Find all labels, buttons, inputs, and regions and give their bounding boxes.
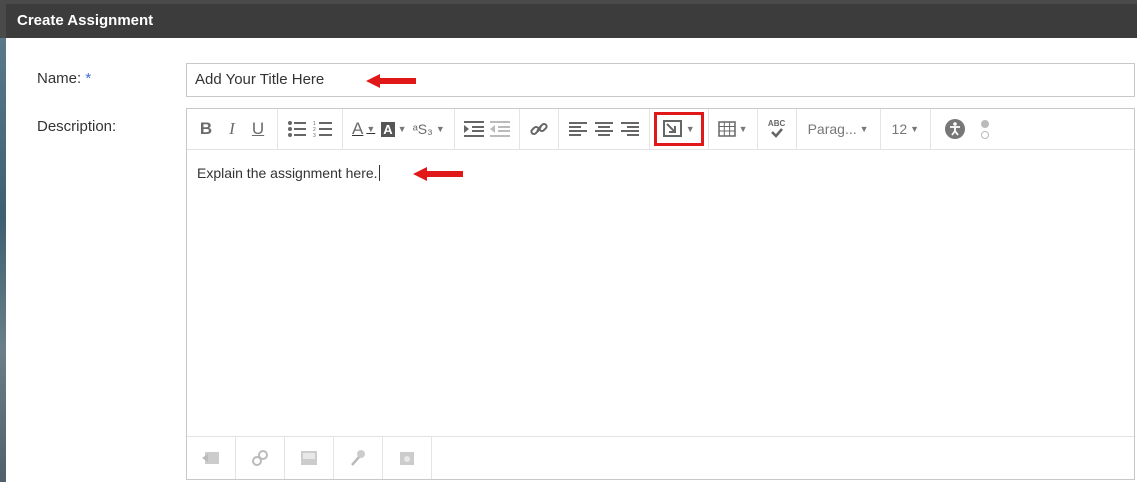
svg-text:3: 3 xyxy=(313,133,316,138)
indent-group xyxy=(455,108,520,150)
superscript-subscript-button[interactable]: ᵃS₃ ▼ xyxy=(410,115,448,143)
dialog-title: Create Assignment xyxy=(6,4,1137,38)
media-icon xyxy=(400,452,414,465)
dot-icon xyxy=(981,130,990,139)
outdent-icon xyxy=(489,121,510,137)
editor-bottom-toolbar xyxy=(187,436,1134,479)
font-size-label: 12 xyxy=(891,121,908,137)
format-group: B I U xyxy=(187,108,278,150)
list-group: 123 xyxy=(278,108,343,150)
quicklink-button[interactable] xyxy=(236,437,285,479)
insert-group: ▼ xyxy=(650,108,709,150)
name-label-text: Name: xyxy=(37,70,82,87)
insert-stuff-button[interactable] xyxy=(187,437,236,479)
editor-content[interactable]: Explain the assignment here. xyxy=(187,150,1134,436)
underline-button[interactable]: U xyxy=(245,115,271,143)
align-group xyxy=(559,108,650,150)
description-label: Description: xyxy=(37,118,117,135)
table-icon xyxy=(717,121,736,137)
paragraph-dropdown[interactable]: Parag... ▼ xyxy=(805,115,872,143)
bullet-list-icon xyxy=(288,121,306,137)
insert-media-button[interactable] xyxy=(383,437,432,479)
table-button[interactable]: ▼ xyxy=(715,115,751,143)
numbered-list-button[interactable]: 123 xyxy=(310,115,336,143)
chevron-down-icon[interactable]: ▼ xyxy=(739,124,748,134)
insert-stuff-icon xyxy=(202,452,219,464)
insert-image-button[interactable] xyxy=(285,437,334,479)
annotation-arrow-icon xyxy=(413,167,463,181)
required-mark: * xyxy=(85,70,92,87)
chevron-down-icon[interactable]: ▼ xyxy=(366,124,375,134)
more-options-icon[interactable] xyxy=(981,119,990,139)
abc-label: ABC xyxy=(767,119,786,128)
dot-icon xyxy=(981,119,990,128)
chevron-down-icon[interactable]: ▼ xyxy=(910,124,919,134)
editor-toolbar: B I U 123 A ▼ A ▼ ᵃS₃ ▼ ▼ ▼ ABC Parag...… xyxy=(187,108,1134,150)
chevron-down-icon[interactable]: ▼ xyxy=(860,124,869,134)
name-input[interactable]: Add Your Title Here xyxy=(186,63,1135,97)
numbered-list-icon: 123 xyxy=(313,121,332,138)
microphone-icon xyxy=(351,450,365,466)
align-center-icon xyxy=(594,122,613,136)
create-assignment-dialog: Create Assignment Name: * Add Your Title… xyxy=(6,4,1137,482)
accessibility-group xyxy=(931,109,999,150)
description-text: Explain the assignment here. xyxy=(197,165,378,181)
bold-button[interactable]: B xyxy=(193,115,219,143)
spellcheck-group: ABC xyxy=(758,108,797,150)
indent-icon xyxy=(463,121,484,137)
image-icon xyxy=(301,451,317,465)
accessibility-button[interactable] xyxy=(941,115,969,143)
align-right-button[interactable] xyxy=(617,115,643,143)
accessibility-icon xyxy=(945,119,966,139)
chevron-down-icon[interactable]: ▼ xyxy=(436,124,445,134)
italic-button[interactable]: I xyxy=(219,115,245,143)
outdent-button[interactable] xyxy=(487,115,513,143)
annotation-arrow-icon xyxy=(366,74,416,88)
font-size-group: 12 ▼ xyxy=(881,108,932,150)
record-audio-button[interactable] xyxy=(334,437,383,479)
paragraph-label: Parag... xyxy=(807,121,857,137)
text-cursor xyxy=(378,165,380,181)
spellcheck-icon xyxy=(770,128,783,138)
link-button[interactable] xyxy=(526,115,552,143)
bullet-list-button[interactable] xyxy=(284,115,310,143)
link-group xyxy=(520,108,559,150)
chevron-down-icon[interactable]: ▼ xyxy=(686,124,695,134)
name-label: Name: * xyxy=(37,70,91,87)
indent-button[interactable] xyxy=(461,115,487,143)
font-size-dropdown[interactable]: 12 ▼ xyxy=(889,115,923,143)
description-editor: B I U 123 A ▼ A ▼ ᵃS₃ ▼ ▼ ▼ ABC Parag...… xyxy=(186,108,1135,480)
align-right-icon xyxy=(620,122,639,136)
insert-content-icon xyxy=(662,120,682,137)
insert-content-button[interactable]: ▼ xyxy=(653,112,704,146)
align-center-button[interactable] xyxy=(591,115,617,143)
font-color-button[interactable]: A ▼ xyxy=(349,115,378,143)
chevron-down-icon[interactable]: ▼ xyxy=(398,124,407,134)
align-left-button[interactable] xyxy=(565,115,591,143)
highlight-color-label: A xyxy=(381,121,395,137)
color-group: A ▼ A ▼ ᵃS₃ ▼ xyxy=(343,108,455,150)
font-color-label: A xyxy=(352,119,364,138)
highlight-color-button[interactable]: A ▼ xyxy=(378,115,409,143)
paragraph-group: Parag... ▼ xyxy=(797,108,881,150)
table-group: ▼ xyxy=(709,108,758,150)
sup-sub-label: ᵃS₃ xyxy=(412,121,433,137)
spellcheck-button[interactable]: ABC xyxy=(764,115,790,143)
align-left-icon xyxy=(568,122,587,136)
quicklink-icon xyxy=(252,450,268,466)
link-icon xyxy=(530,122,548,136)
